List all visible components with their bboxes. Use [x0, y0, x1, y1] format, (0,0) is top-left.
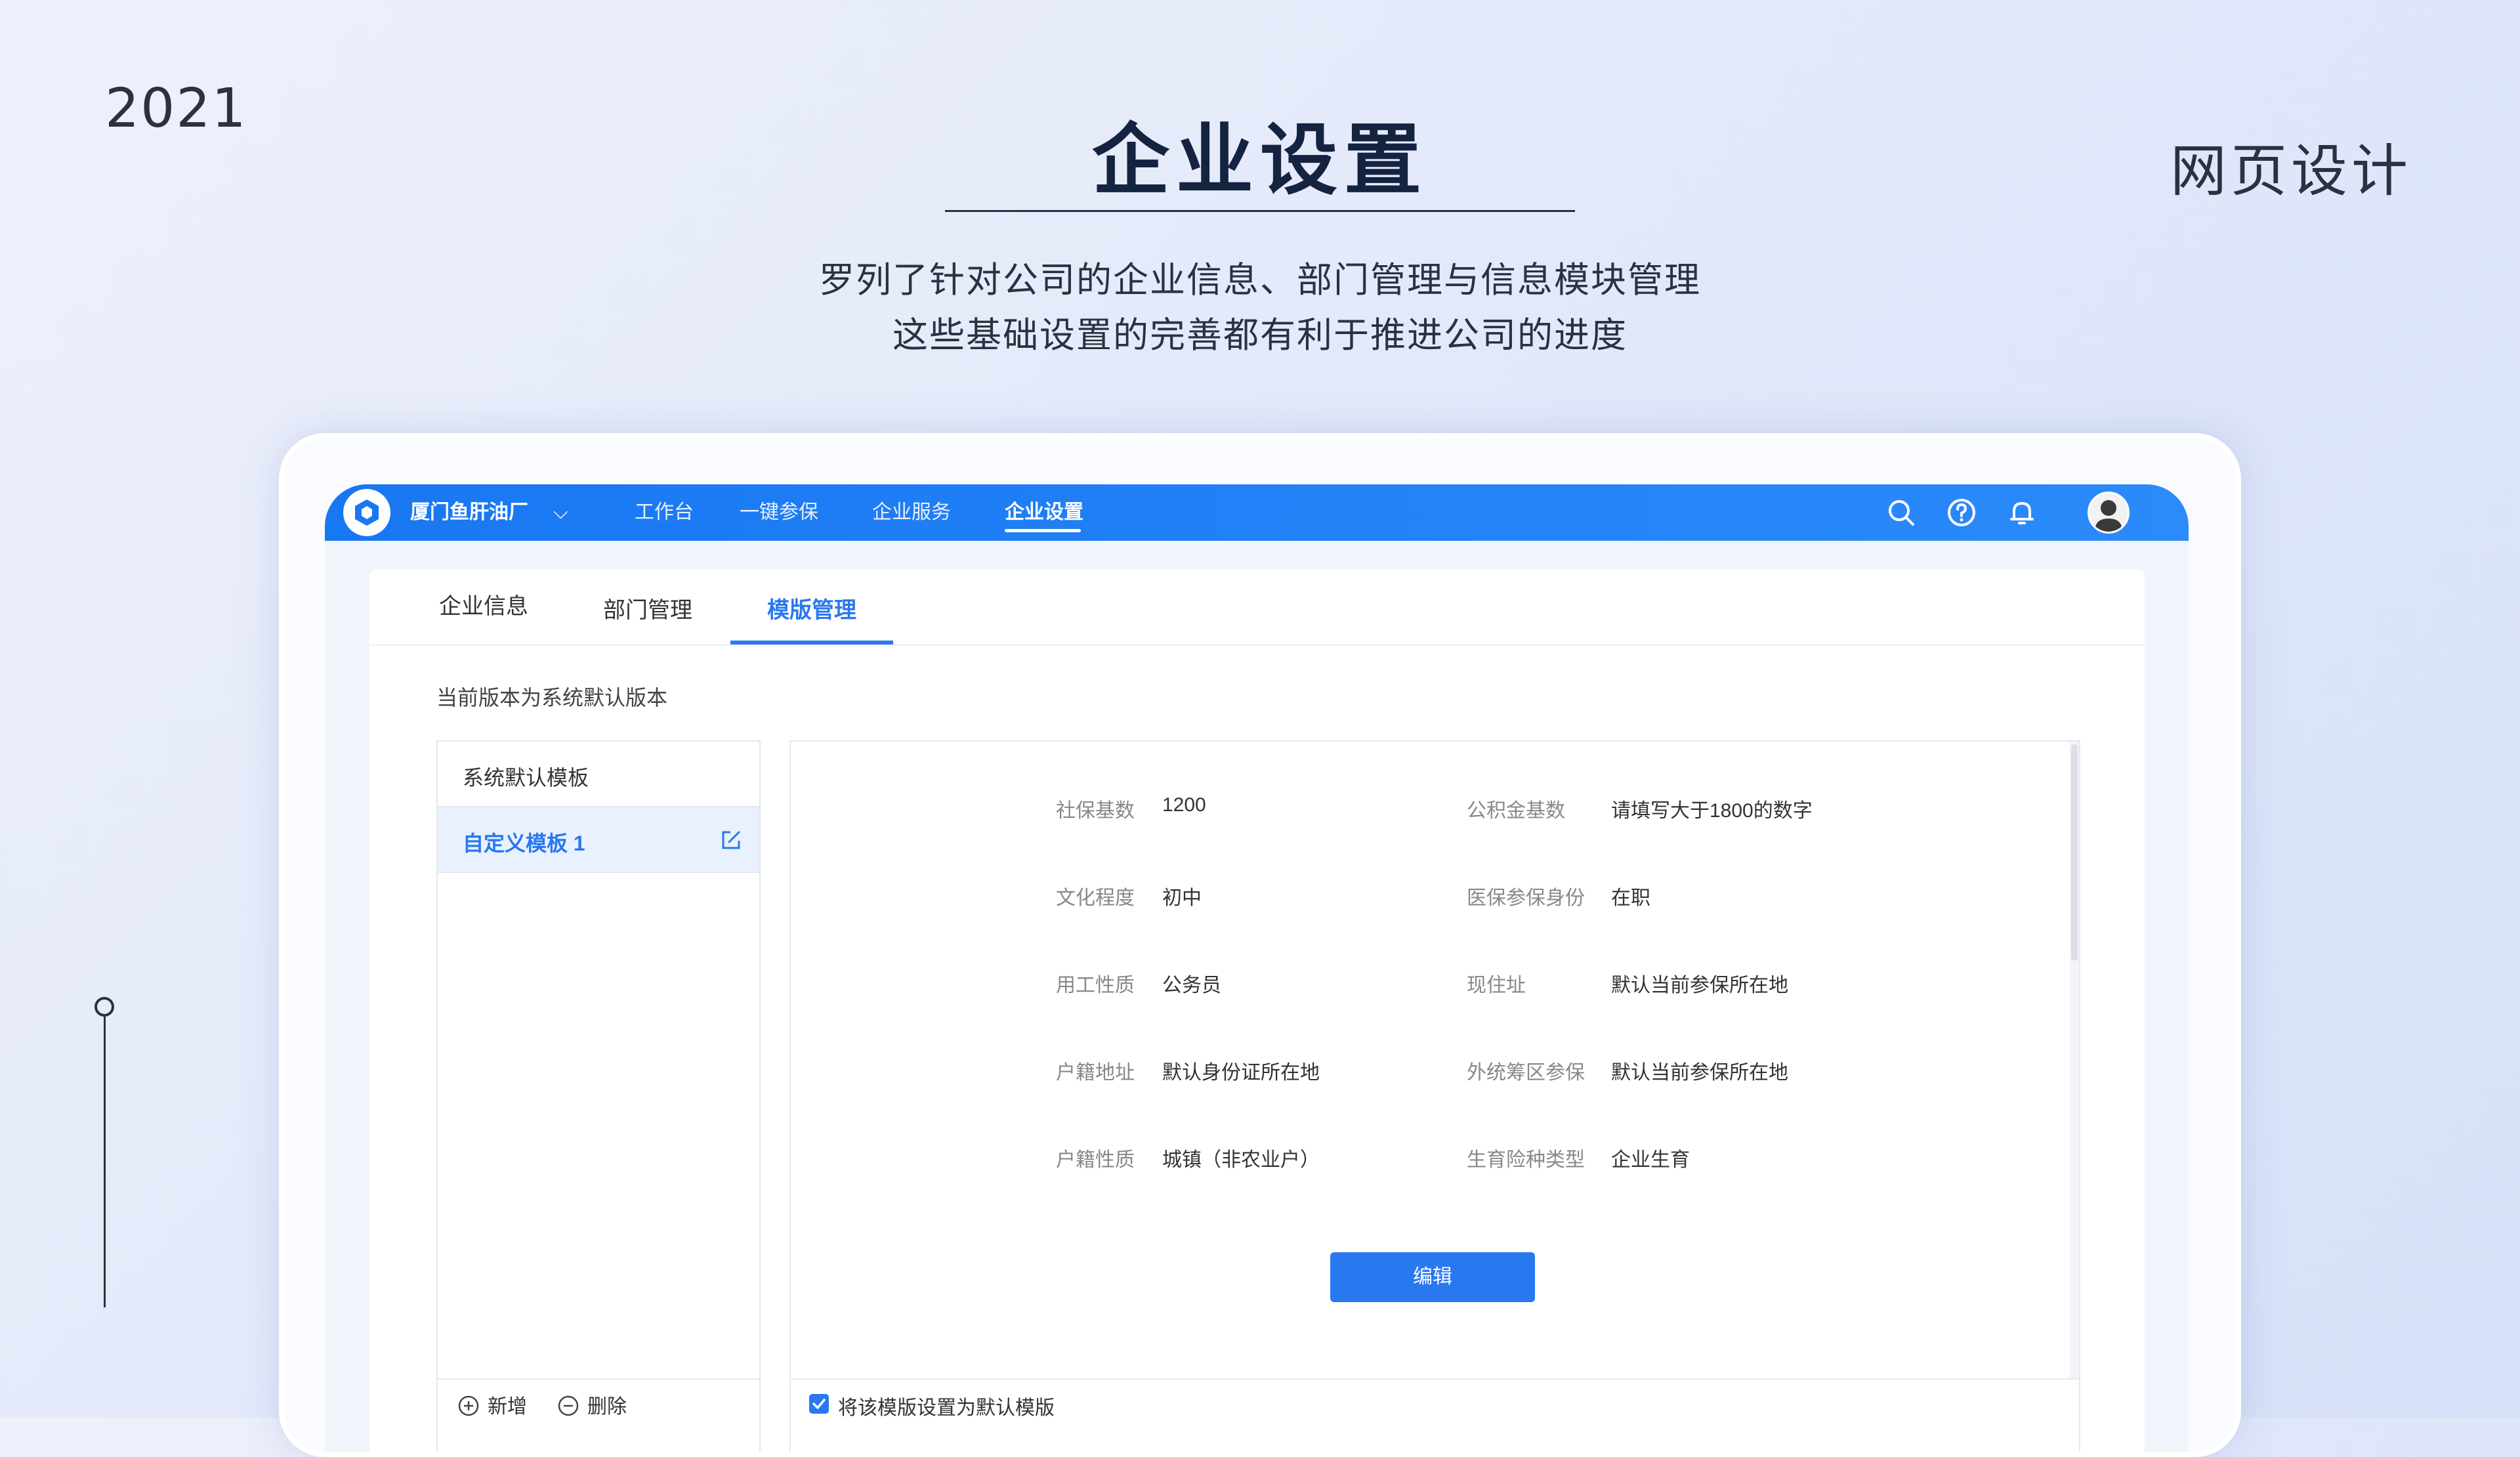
chevron-down-icon[interactable]: ⌵	[553, 484, 568, 541]
scroll-thumb[interactable]	[2071, 744, 2078, 961]
template-list-footer: 新增 删除	[438, 1378, 759, 1425]
top-navigation-bar: 厦门鱼肝油厂 ⌵ 工作台 一键参保 企业服务 企业设置	[325, 484, 2189, 541]
edit-button[interactable]: 编辑	[1330, 1252, 1535, 1302]
field-label-external-insurance: 外统筹区参保	[1467, 1062, 1585, 1084]
template-list: 系统默认模板 自定义模板 1 新增 删除	[436, 740, 761, 1452]
company-logo[interactable]	[343, 489, 390, 536]
tab-active-indicator	[730, 641, 893, 644]
edit-icon[interactable]	[720, 829, 742, 851]
subtitle-line-2: 这些基础设置的完善都有利于推进公司的进度	[892, 314, 1628, 356]
subtitle-line-1: 罗列了针对公司的企业信息、部门管理与信息模块管理	[819, 259, 1701, 301]
avatar-icon	[2095, 500, 2122, 532]
timeline-dot	[94, 997, 114, 1017]
timeline-line	[104, 1017, 106, 1307]
field-label-social-base: 社保基数	[1056, 800, 1135, 822]
field-label-current-address: 现住址	[1467, 975, 1526, 996]
template-item-custom[interactable]: 自定义模板 1	[438, 807, 759, 873]
field-value-household-type: 城镇（非农业户）	[1162, 1149, 1320, 1171]
field-value-maternity-type: 企业生育	[1611, 1149, 1690, 1171]
title-divider	[945, 210, 1575, 212]
app-screen: 厦门鱼肝油厂 ⌵ 工作台 一键参保 企业服务 企业设置 企业信息 部门管理 模版…	[325, 484, 2189, 1452]
tab-bar: 企业信息 部门管理 模版管理	[369, 570, 2145, 646]
nav-item-services[interactable]: 企业服务	[872, 484, 951, 541]
nav-item-workbench[interactable]: 工作台	[635, 484, 694, 541]
default-template-checkbox[interactable]	[809, 1394, 829, 1414]
template-item-label: 自定义模板 1	[463, 832, 585, 855]
template-item-label: 系统默认模板	[463, 766, 589, 790]
field-value-employment: 公务员	[1162, 975, 1221, 996]
nav-item-enroll[interactable]: 一键参保	[740, 484, 818, 541]
template-item-default[interactable]: 系统默认模板	[438, 742, 759, 807]
template-detail: 社保基数 1200 公积金基数 请填写大于1800的数字 文化程度 初中 医保参…	[789, 740, 2080, 1452]
field-value-current-address: 默认当前参保所在地	[1611, 975, 1788, 996]
logo-icon	[355, 499, 379, 526]
settings-panel: 企业信息 部门管理 模版管理 当前版本为系统默认版本 系统默认模板 自定义模板 …	[369, 570, 2145, 1452]
version-note: 当前版本为系统默认版本	[436, 686, 668, 709]
field-label-fund-base: 公积金基数	[1467, 800, 1565, 822]
check-icon	[812, 1399, 826, 1409]
detail-scrollbar[interactable]	[2070, 742, 2079, 1378]
plus-circle-icon	[458, 1395, 479, 1416]
help-icon[interactable]	[1946, 497, 1977, 528]
field-value-household-address: 默认身份证所在地	[1162, 1062, 1320, 1084]
add-template-button[interactable]: 新增	[457, 1390, 527, 1419]
field-label-maternity-type: 生育险种类型	[1467, 1149, 1585, 1171]
bell-icon[interactable]	[2006, 497, 2038, 528]
field-label-employment: 用工性质	[1056, 975, 1135, 996]
field-label-education: 文化程度	[1056, 887, 1135, 909]
user-avatar[interactable]	[2088, 492, 2130, 534]
tab-department[interactable]: 部门管理	[603, 592, 692, 624]
field-value-fund-base: 请填写大于1800的数字	[1611, 800, 1813, 822]
default-template-label: 将该模版设置为默认模版	[838, 1397, 1055, 1419]
nav-item-settings[interactable]: 企业设置	[1005, 484, 1083, 541]
add-template-label: 新增	[488, 1396, 527, 1418]
field-label-medical-identity: 医保参保身份	[1467, 887, 1585, 909]
field-label-household-type: 户籍性质	[1056, 1149, 1135, 1171]
tab-company-info[interactable]: 企业信息	[439, 588, 528, 620]
field-label-household-address: 户籍地址	[1056, 1062, 1135, 1084]
tab-template[interactable]: 模版管理	[767, 592, 856, 624]
delete-template-label: 删除	[587, 1396, 627, 1418]
detail-footer: 将该模版设置为默认模版	[791, 1378, 2079, 1419]
company-name[interactable]: 厦门鱼肝油厂	[410, 484, 528, 541]
field-value-social-base: 1200	[1162, 794, 1206, 816]
field-value-education: 初中	[1162, 887, 1202, 909]
nav-active-indicator	[1005, 529, 1081, 532]
device-frame: 厦门鱼肝油厂 ⌵ 工作台 一键参保 企业服务 企业设置 企业信息 部门管理 模版…	[279, 433, 2241, 1457]
search-icon[interactable]	[1885, 497, 1917, 528]
delete-template-button[interactable]: 删除	[557, 1390, 627, 1419]
field-value-external-insurance: 默认当前参保所在地	[1611, 1062, 1788, 1084]
field-value-medical-identity: 在职	[1611, 887, 1650, 909]
minus-circle-icon	[558, 1395, 579, 1416]
page-title: 企业设置	[1091, 115, 1428, 205]
